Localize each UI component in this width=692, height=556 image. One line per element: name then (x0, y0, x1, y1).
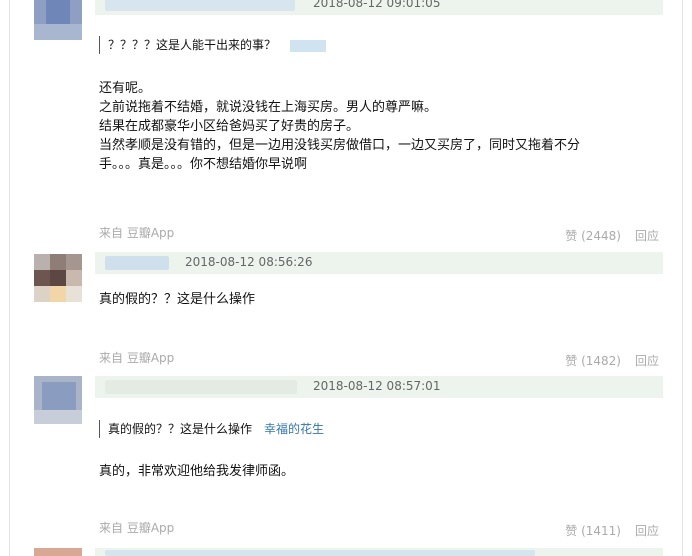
comment-header: 2018-08-12 09:01:05 (95, 0, 663, 15)
comment-text-line: 结果在成都豪华小区给爸妈买了好贵的房子。 (99, 119, 360, 134)
source-prefix: 来自 (99, 521, 124, 535)
comment-header: 2018-08-12 08:56:26 (95, 252, 663, 274)
comment-actions: 赞 (1411) 回应 (565, 522, 659, 539)
comment-item-2: 2018-08-12 08:56:26 真的假的？？这是什么操作 来自 豆瓣Ap… (0, 252, 692, 370)
quoted-comment: 真的假的？？这是什么操作 幸福的花生 (99, 420, 324, 438)
comment-text-line: 真的，非常欢迎他给我发律师函。 (99, 464, 295, 479)
comment-text-line: 之前说拖着不结婚，就说没钱在上海买房。男人的尊严嘛。 (99, 100, 438, 115)
comment-actions: 赞 (1482) 回应 (565, 352, 659, 369)
like-button[interactable]: 赞 (1411) (565, 524, 621, 538)
reply-button[interactable]: 回应 (635, 354, 659, 368)
avatar[interactable] (34, 548, 82, 556)
comment-item-3: 2018-08-12 08:57:01 真的假的？？这是什么操作 幸福的花生 真的… (0, 376, 692, 541)
comment-source: 来自 豆瓣App (99, 224, 174, 241)
comment-body: 真的，非常欢迎他给我发律师函。 (99, 462, 619, 481)
comment-text-line: 还有呢。 (99, 81, 152, 96)
comment-text-line: 真的假的？？这是什么操作 (99, 292, 256, 307)
quoted-text: 真的假的？？这是什么操作 (108, 422, 253, 436)
source-prefix: 来自 (99, 351, 124, 365)
reply-button[interactable]: 回应 (635, 524, 659, 538)
comment-header (95, 548, 663, 556)
quoted-author-link[interactable]: 幸福的花生 (264, 422, 324, 436)
comment-item-1: 2018-08-12 09:01:05 ？？？？这是人能干出来的事？ 还有呢。 … (0, 0, 692, 245)
comment-source: 来自 豆瓣App (99, 349, 174, 366)
comment-text-line: 手。。。真是。。。你不想结婚你早说啊 (99, 157, 308, 172)
quoted-comment: ？？？？这是人能干出来的事？ (99, 36, 327, 54)
username-blurred[interactable] (105, 0, 295, 11)
username-blurred[interactable] (105, 380, 297, 394)
comment-text-line: 当然孝顺是没有错的，但是一边用没钱买房做借口，一边又买房了，同时又拖着不分 (99, 138, 581, 153)
source-app-link[interactable]: 豆瓣App (127, 351, 174, 365)
like-button[interactable]: 赞 (1482) (565, 354, 621, 368)
comment-item-4-partial (0, 546, 692, 556)
comment-time: 2018-08-12 08:56:26 (185, 255, 313, 269)
username-blurred[interactable] (105, 256, 169, 270)
comment-source: 来自 豆瓣App (99, 519, 174, 536)
comment-body: 真的假的？？这是什么操作 (99, 290, 619, 309)
avatar[interactable] (34, 0, 82, 40)
comment-time: 2018-08-12 08:57:01 (313, 379, 441, 393)
comment-time: 2018-08-12 09:01:05 (313, 0, 441, 10)
source-app-link[interactable]: 豆瓣App (127, 521, 174, 535)
reply-button[interactable]: 回应 (635, 229, 659, 243)
avatar[interactable] (34, 254, 82, 302)
quoted-text: ？？？？这是人能干出来的事？ (108, 38, 277, 52)
source-prefix: 来自 (99, 226, 124, 240)
username-blurred[interactable] (105, 550, 535, 556)
comment-header: 2018-08-12 08:57:01 (95, 376, 663, 398)
comment-actions: 赞 (2448) 回应 (565, 227, 659, 244)
avatar[interactable] (34, 376, 82, 424)
source-app-link[interactable]: 豆瓣App (127, 226, 174, 240)
comment-body: 还有呢。 之前说拖着不结婚，就说没钱在上海买房。男人的尊严嘛。 结果在成都豪华小… (99, 79, 619, 174)
quoted-author-blurred[interactable] (290, 39, 327, 52)
like-button[interactable]: 赞 (2448) (565, 229, 621, 243)
